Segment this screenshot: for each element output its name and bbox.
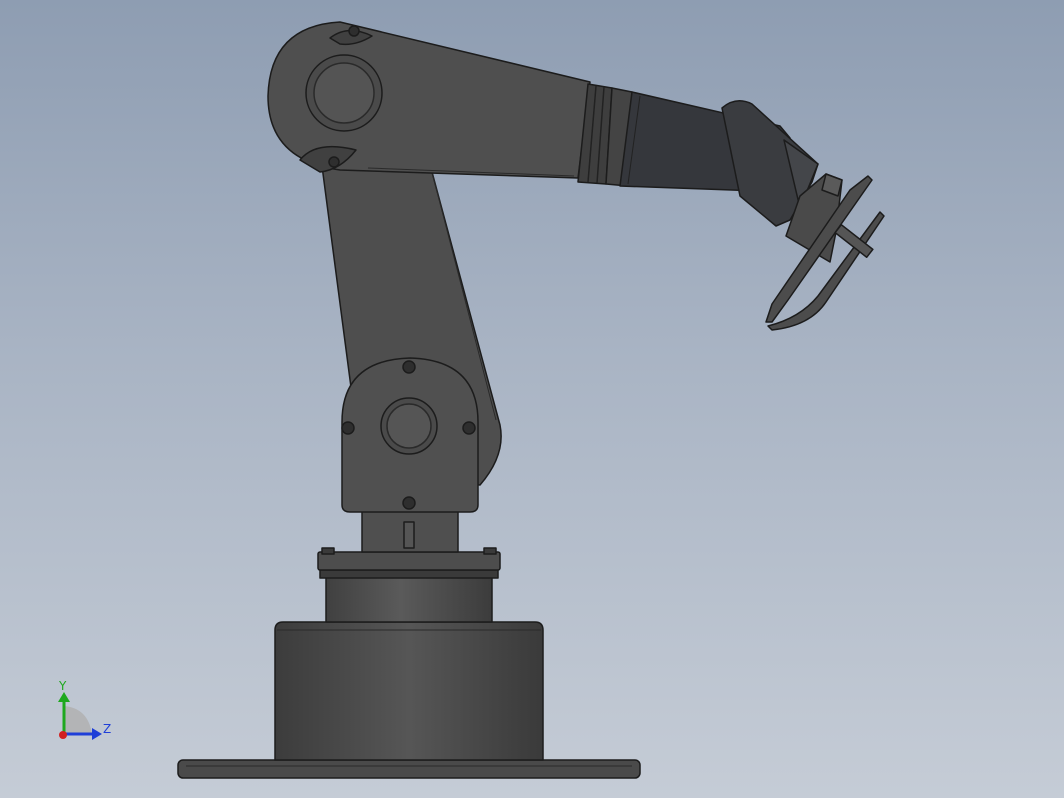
shoulder-joint-housing[interactable] bbox=[341, 357, 479, 513]
y-axis-label: Y bbox=[58, 679, 67, 693]
3d-viewport[interactable]: Y Z bbox=[0, 0, 1064, 798]
base-cylinder[interactable] bbox=[274, 621, 544, 761]
base-plate[interactable] bbox=[177, 759, 641, 779]
robot-arm-model[interactable] bbox=[177, 21, 885, 779]
y-axis-arrow-icon bbox=[58, 692, 70, 702]
upper-arm-link[interactable] bbox=[267, 21, 591, 179]
triad-plane bbox=[64, 706, 92, 734]
orientation-triad: Y Z bbox=[58, 679, 111, 740]
turntable-cylinder[interactable] bbox=[319, 569, 499, 623]
z-axis-label: Z bbox=[103, 722, 111, 736]
x-axis-dot-icon bbox=[59, 731, 67, 739]
z-axis-arrow-icon bbox=[92, 728, 102, 740]
